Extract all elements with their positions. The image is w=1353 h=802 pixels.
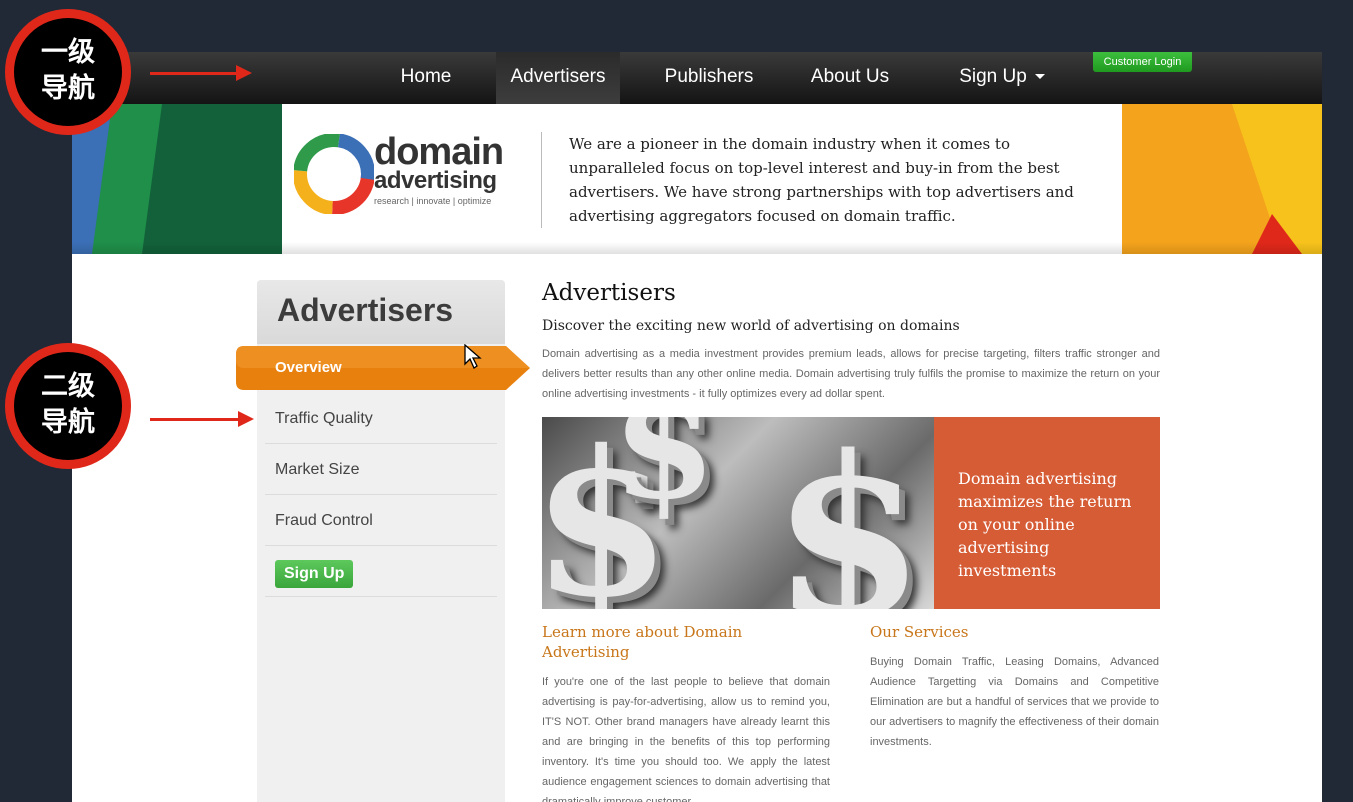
learn-more-body: If you're one of the last people to beli… — [542, 676, 830, 802]
banner-shadow — [72, 242, 1322, 254]
annotation-text: 二级 — [41, 371, 95, 402]
sidebar-item-market-size[interactable]: Market Size — [265, 445, 497, 495]
nav-sign-up-label: Sign Up — [959, 66, 1027, 87]
header-banner: domain advertising research | innovate |… — [72, 104, 1322, 254]
primary-nav-annotation-badge: 一级 导航 — [5, 9, 131, 135]
mouse-cursor-icon — [464, 344, 482, 369]
nav-home[interactable]: Home — [376, 52, 476, 104]
page-subtitle: Discover the exciting new world of adver… — [542, 318, 960, 334]
arrow-head-icon — [236, 65, 252, 81]
sidebar-item-fraud-control[interactable]: Fraud Control — [265, 496, 497, 546]
hero-callout-text: Domain advertising maximizes the return … — [958, 469, 1132, 580]
arrow-head-icon — [238, 411, 254, 427]
annotation-text: 导航 — [41, 407, 95, 438]
banner-divider — [541, 132, 542, 228]
primary-nav-arrow — [150, 72, 236, 75]
logo-wordmark-domain: domain — [374, 131, 504, 173]
hero-banner: $ $ $ Domain advertising maximizes the r… — [542, 417, 1160, 609]
sidebar-sign-up-button[interactable]: Sign Up — [275, 560, 354, 588]
nav-about-us[interactable]: About Us — [798, 52, 902, 104]
nav-sign-up[interactable]: Sign Up — [942, 52, 1062, 104]
primary-navigation: Home Advertisers Publishers About Us Sig… — [72, 52, 1322, 104]
secondary-nav-annotation-badge: 二级 导航 — [5, 343, 131, 469]
learn-more-title[interactable]: Learn more about Domain Advertising — [542, 622, 792, 662]
logo-tagline: research | innovate | optimize — [374, 196, 492, 206]
hero-callout: Domain advertising maximizes the return … — [934, 417, 1160, 609]
our-services-title[interactable]: Our Services — [870, 622, 1160, 642]
dollar-sign-icon: $ — [612, 417, 717, 533]
customer-login-button[interactable]: Customer Login — [1093, 52, 1192, 72]
main-content: Advertisers Discover the exciting new wo… — [542, 280, 1162, 802]
domain-advertising-logo[interactable] — [294, 134, 374, 214]
sidebar-header: Advertisers — [257, 280, 505, 344]
dollar-sign-icon: $ — [772, 417, 926, 609]
nav-advertisers[interactable]: Advertisers — [496, 52, 620, 104]
intro-paragraph: Domain advertising as a media investment… — [542, 348, 1160, 400]
page-title: Advertisers — [542, 280, 676, 306]
nav-publishers[interactable]: Publishers — [650, 52, 768, 104]
sidebar-title: Advertisers — [277, 292, 454, 328]
annotation-text: 一级 — [41, 37, 95, 68]
website-screenshot: Home Advertisers Publishers About Us Sig… — [72, 52, 1322, 802]
banner-description: We are a pioneer in the domain industry … — [569, 135, 1074, 225]
secondary-nav-arrow — [150, 418, 238, 421]
logo-wordmark-advertising: advertising — [374, 167, 497, 194]
our-services-body: Buying Domain Traffic, Leasing Domains, … — [870, 656, 1159, 748]
caret-down-icon — [1034, 74, 1045, 80]
annotation-text: 导航 — [41, 73, 95, 104]
dollar-signs-image: $ $ $ — [542, 417, 934, 609]
sidebar-item-traffic-quality[interactable]: Traffic Quality — [265, 394, 497, 444]
